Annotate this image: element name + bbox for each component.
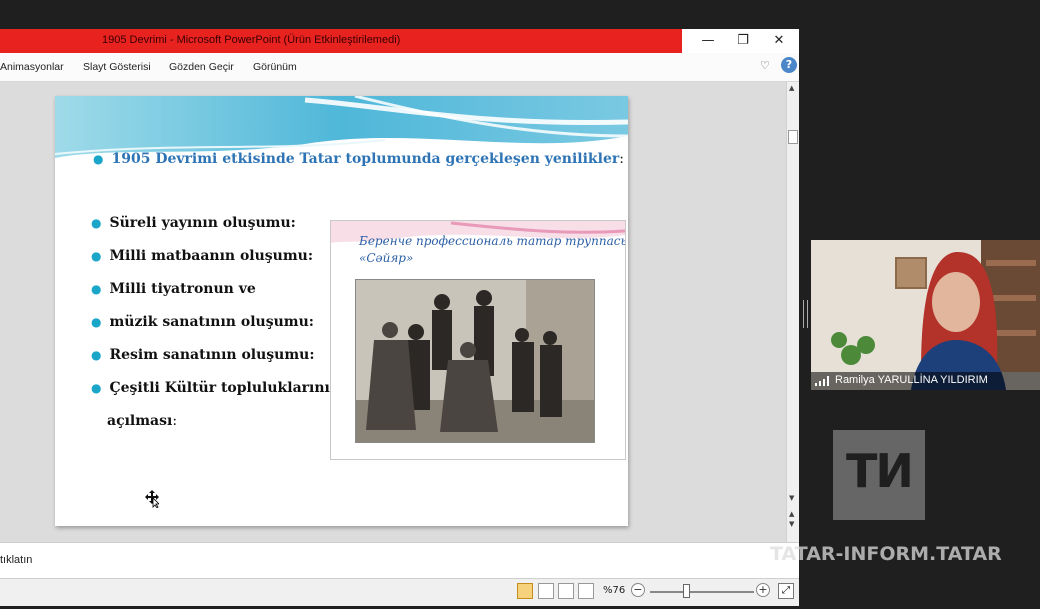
- close-icon: ✕: [773, 33, 785, 48]
- signal-strength-icon: [815, 376, 829, 386]
- heart-icon[interactable]: ♡: [760, 59, 774, 73]
- zoom-slider-track[interactable]: [650, 591, 754, 593]
- bullet-icon: ●: [91, 348, 102, 362]
- previous-slide-icon[interactable]: ▲: [789, 510, 794, 518]
- zoom-out-icon[interactable]: −: [631, 583, 645, 597]
- restore-icon: ❐: [737, 33, 749, 48]
- watermark-text: TATAR-INFORM.TATAR: [770, 543, 1002, 565]
- list-item: ● müzik sanatının oluşumu:: [91, 314, 314, 330]
- next-slide-icon[interactable]: ▼: [789, 520, 794, 528]
- zoom-level[interactable]: %76: [603, 585, 625, 596]
- panel-divider-handle[interactable]: [803, 300, 808, 328]
- list-item: ● Süreli yayının oluşumu:: [91, 215, 296, 231]
- window-title: 1905 Devrimi - Microsoft PowerPoint (Ürü…: [102, 34, 401, 46]
- ribbon-tabs: Animasyonlar Slayt Gösterisi Gözden Geçi…: [0, 53, 799, 82]
- normal-view-button[interactable]: [517, 583, 533, 599]
- participant-name-bar: Ramilya YARULLİNA YILDIRIM: [811, 372, 1040, 390]
- vertical-scrollbar[interactable]: ▲ ▼ ▲ ▼: [786, 82, 799, 542]
- list-item: ● Milli tiyatronun ve: [91, 281, 256, 297]
- list-item: ● Çeşitli Kültür topluluklarının: [91, 380, 341, 396]
- scroll-down-icon[interactable]: ▼: [789, 494, 794, 502]
- group-photo-image: [356, 280, 594, 442]
- notes-placeholder: tıklatın: [0, 554, 33, 566]
- photo-caption: Беренче профессиональ татар труппасы «Сә…: [359, 234, 626, 265]
- list-item-continuation: açılması:: [107, 413, 178, 429]
- title-bar: 1905 Devrimi - Microsoft PowerPoint (Ürü…: [0, 29, 799, 53]
- powerpoint-window: 1905 Devrimi - Microsoft PowerPoint (Ürü…: [0, 29, 799, 606]
- bullet-icon: ●: [91, 381, 102, 395]
- bullet-icon: ●: [91, 282, 102, 296]
- bullet-icon: ●: [91, 315, 102, 329]
- participant-video-frame: [811, 240, 1040, 390]
- photo-card[interactable]: Беренче профессиональ татар труппасы «Сә…: [330, 220, 626, 460]
- restore-button[interactable]: ❐: [728, 31, 758, 51]
- bullet-icon: ●: [93, 152, 104, 166]
- zoom-in-icon[interactable]: +: [756, 583, 770, 597]
- bullet-list: ● Süreli yayının oluşumu: ● Milli matbaanı…: [91, 212, 340, 443]
- minimize-icon: —: [701, 33, 715, 48]
- participant-name: Ramilya YARULLİNA YILDIRIM: [835, 374, 988, 386]
- slide-canvas: ● 1905 Devrimi etkisinde Tatar toplumunda…: [0, 82, 786, 542]
- help-icon[interactable]: ?: [781, 57, 797, 73]
- historical-group-photo: [355, 279, 595, 443]
- tab-animations[interactable]: Animasyonlar: [0, 61, 64, 73]
- participant-video[interactable]: Ramilya YARULLİNA YILDIRIM: [811, 240, 1040, 390]
- zoom-slider-thumb[interactable]: [683, 584, 690, 598]
- minimize-button[interactable]: —: [693, 31, 723, 51]
- scrollbar-thumb[interactable]: [788, 130, 798, 144]
- slide-heading: ● 1905 Devrimi etkisinde Tatar toplumunda…: [93, 151, 624, 167]
- slide-sorter-view-button[interactable]: [538, 583, 554, 599]
- list-item: ● Milli matbaanın oluşumu:: [91, 248, 314, 264]
- tab-review[interactable]: Gözden Geçir: [169, 61, 234, 73]
- scroll-up-icon[interactable]: ▲: [789, 84, 794, 92]
- reading-view-button[interactable]: [558, 583, 574, 599]
- close-button[interactable]: ✕: [764, 31, 794, 51]
- notes-pane[interactable]: tıklatın: [0, 542, 799, 579]
- tab-slide-show[interactable]: Slayt Gösterisi: [83, 61, 151, 73]
- bullet-icon: ●: [91, 216, 102, 230]
- tab-view[interactable]: Görünüm: [253, 61, 297, 73]
- slide[interactable]: ● 1905 Devrimi etkisinde Tatar toplumunda…: [55, 96, 628, 526]
- slide-show-view-button[interactable]: [578, 583, 594, 599]
- watermark-logo: ТИ: [833, 430, 925, 520]
- move-cursor-icon: [145, 490, 159, 508]
- bullet-icon: ●: [91, 249, 102, 263]
- fit-to-window-icon[interactable]: ⤢: [778, 583, 794, 599]
- status-bar: %76 − + ⤢: [0, 578, 799, 606]
- list-item: ● Resim sanatının oluşumu:: [91, 347, 315, 363]
